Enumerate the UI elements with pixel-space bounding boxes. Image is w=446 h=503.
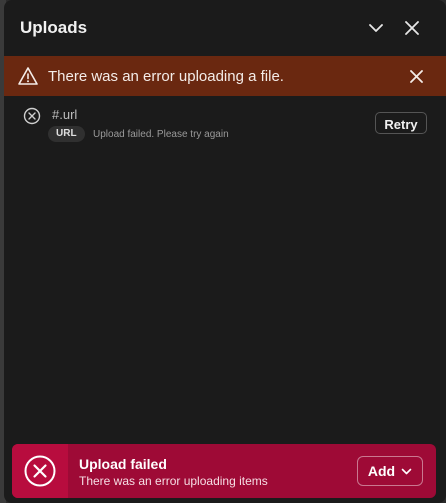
toast-message: There was an error uploading items	[79, 474, 268, 488]
retry-button[interactable]: Retry	[375, 112, 427, 134]
collapse-button[interactable]	[365, 17, 387, 39]
alert-message: There was an error uploading a file.	[48, 68, 284, 85]
chevron-down-icon	[401, 468, 412, 474]
add-button-label: Add	[367, 463, 396, 479]
close-icon	[409, 69, 423, 83]
error-alert-banner: There was an error uploading a file.	[4, 56, 446, 96]
panel-header: Uploads	[4, 0, 446, 56]
upload-status-text: Upload failed. Please try again	[93, 129, 229, 140]
close-icon	[405, 21, 419, 35]
upload-list-item: #.url URL Upload failed. Please try agai…	[4, 100, 446, 148]
toast-title: Upload failed	[79, 456, 167, 472]
error-circle-icon	[24, 455, 56, 487]
add-button[interactable]: Add	[357, 456, 423, 486]
toast-icon-area	[12, 444, 68, 498]
chevron-down-icon	[369, 24, 383, 32]
error-circle-icon	[23, 107, 41, 125]
panel-title: Uploads	[20, 18, 88, 37]
uploads-panel: Uploads There was an error uploading a f…	[4, 0, 446, 503]
dismiss-alert-button[interactable]	[406, 66, 426, 86]
upload-file-name: #.url	[52, 107, 78, 122]
close-panel-button[interactable]	[401, 17, 423, 39]
warning-icon	[18, 67, 38, 85]
upload-type-badge: URL	[48, 126, 85, 142]
upload-failed-toast: Upload failed There was an error uploadi…	[12, 444, 436, 498]
